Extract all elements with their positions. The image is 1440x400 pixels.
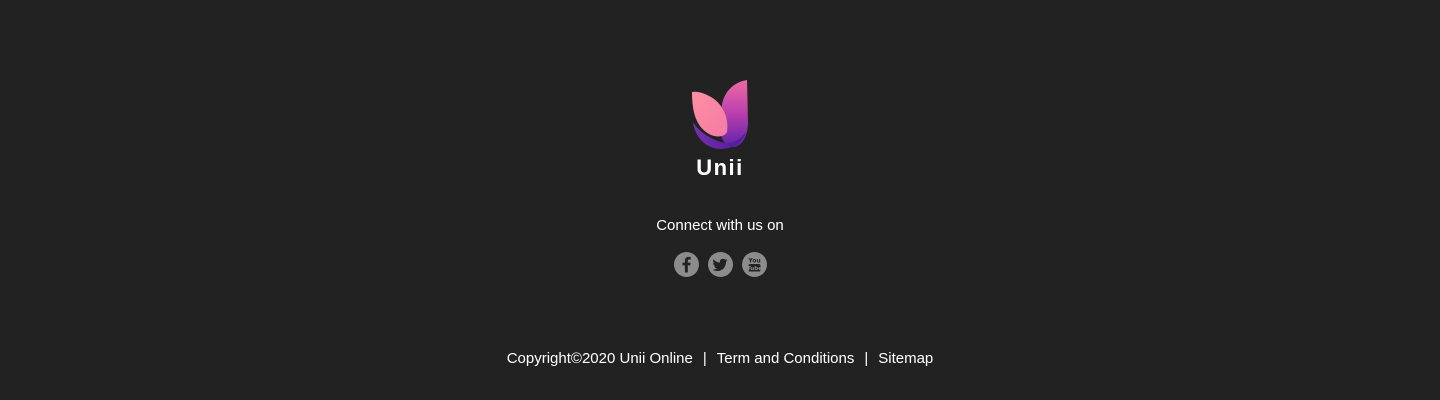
unii-logo-icon [692,80,748,149]
facebook-icon[interactable] [673,252,699,277]
connect-heading: Connect with us on [656,217,784,234]
terms-link[interactable]: Term and Conditions [717,349,855,369]
site-footer: Unii Connect with us on You Tube Copyrig… [0,0,1440,400]
svg-text:Tube: Tube [747,266,762,272]
social-links: You Tube [0,252,1440,277]
brand-logo[interactable]: Unii [0,78,1440,180]
brand-name: Unii [696,155,744,180]
separator: | [702,350,707,367]
sitemap-link[interactable]: Sitemap [878,349,933,369]
youtube-icon[interactable]: You Tube [741,252,767,277]
svg-text:You: You [747,258,760,265]
twitter-icon[interactable] [707,252,733,277]
footer-links: Copyright©2020 Unii Online | Term and Co… [0,349,1440,369]
separator: | [864,350,869,367]
copyright-text: Copyright©2020 Unii Online [506,350,693,367]
